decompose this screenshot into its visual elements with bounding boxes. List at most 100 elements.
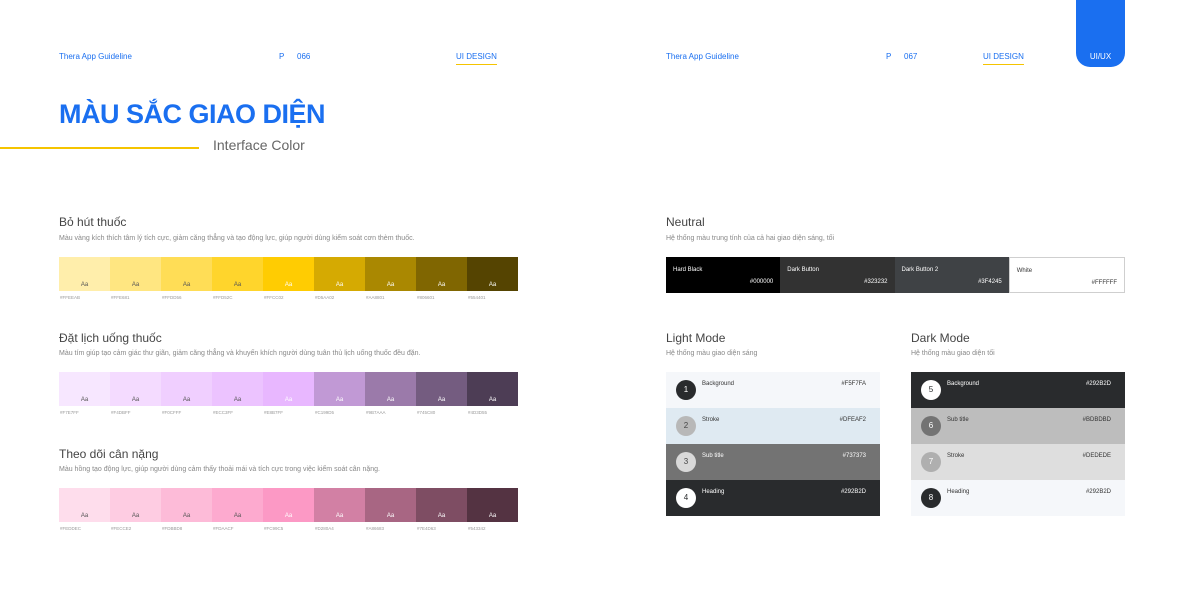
color-swatch: Aa <box>263 488 314 522</box>
group-desc-weight: Màu hồng tạo động lực, giúp người dùng c… <box>59 466 380 473</box>
swatch-sample-text: Aa <box>182 397 191 403</box>
swatch-hex-code: #FFCC02 <box>264 295 284 300</box>
swatch-sample-text: Aa <box>284 397 293 403</box>
mode-hex: #292B2D <box>840 489 866 495</box>
color-swatch: Aa <box>416 488 467 522</box>
header-p-left: P <box>279 52 285 61</box>
palette-codes-smoking: #FFEEAB #FFE681 #FFDD56 #FFD52C #FFCC02 #D5AA… <box>59 295 518 300</box>
swatch-hex-code: #FECCE2 <box>111 526 132 531</box>
color-swatch: Aa <box>110 372 161 406</box>
mode-hex: #F5F7FA <box>841 381 866 387</box>
mode-hex: #292B2D <box>1085 489 1111 495</box>
title-underline <box>0 147 199 149</box>
color-swatch: Aa <box>314 372 365 406</box>
swatch-hex-code: #FDAACF <box>213 526 234 531</box>
mode-color-name: Stroke <box>702 417 720 423</box>
swatch-sample-text: Aa <box>335 513 344 519</box>
swatch-hex-code: #543342 <box>468 526 486 531</box>
light-mode-list: 1 Background #F5F7FA 2 Stroke #DFEAF2 3 Sub tit… <box>666 372 880 516</box>
light-mode-title: Light Mode <box>666 331 726 345</box>
swatch-hex-code: #A86683 <box>366 526 385 531</box>
mode-row: 3 Sub title #737373 <box>666 444 880 480</box>
swatch-hex-code: #FFD52C <box>213 295 233 300</box>
swatch-sample-text: Aa <box>488 513 497 519</box>
uiux-corner-tab[interactable]: UI/UX <box>1076 0 1125 67</box>
mode-row: 5 Background #292B2D <box>911 372 1125 408</box>
group-title-medication: Đặt lịch uống thuốc <box>59 331 162 345</box>
neutral-name: White <box>1016 268 1033 274</box>
swatch-hex-code: #F4DBFF <box>111 410 131 415</box>
color-swatch: Aa <box>110 257 161 291</box>
swatch-sample-text: Aa <box>131 397 140 403</box>
swatch-hex-code: #9B7AAA <box>366 410 386 415</box>
mode-hex: #BDBDBD <box>1082 417 1111 423</box>
swatch-hex-code: #F0CFFF <box>162 410 182 415</box>
swatch-hex-code: #FFDD56 <box>162 295 182 300</box>
neutral-desc: Hệ thống màu trung tính của cả hai giao … <box>666 235 835 242</box>
neutral-palette: Hard Black #000000 Dark Button #323232 Dark … <box>666 257 1125 293</box>
swatch-sample-text: Aa <box>233 282 242 288</box>
color-swatch: Aa <box>161 372 212 406</box>
mode-row: 7 Stroke #DEDEDE <box>911 444 1125 480</box>
swatch-sample-text: Aa <box>386 282 395 288</box>
color-swatch: Aa <box>263 257 314 291</box>
mode-number-badge: 1 <box>676 380 696 400</box>
mode-number-badge: 5 <box>921 380 941 400</box>
neutral-hex: #3F4245 <box>978 279 1002 285</box>
palette-codes-medication: #F7E7FF #F4DBFF #F0CFFF #ECC3FF #E8B7FF #C199… <box>59 410 518 415</box>
color-swatch: Aa <box>467 257 518 291</box>
swatch-sample-text: Aa <box>335 397 344 403</box>
mode-number-badge: 8 <box>921 488 941 508</box>
swatch-sample-text: Aa <box>488 397 497 403</box>
swatch-sample-text: Aa <box>335 282 344 288</box>
swatch-sample-text: Aa <box>437 513 446 519</box>
mode-row: 2 Stroke #DFEAF2 <box>666 408 880 444</box>
color-swatch: Aa <box>59 257 110 291</box>
color-swatch: Aa <box>314 488 365 522</box>
swatch-hex-code: #F7E7FF <box>60 410 79 415</box>
swatch-hex-code: #7E4D63 <box>417 526 436 531</box>
swatch-sample-text: Aa <box>437 397 446 403</box>
palette-smoking: Aa Aa Aa Aa Aa Aa Aa Aa Aa <box>59 257 518 291</box>
dark-mode-title: Dark Mode <box>911 331 970 345</box>
neutral-name: Dark Button <box>787 267 819 273</box>
mode-color-name: Stroke <box>947 453 965 459</box>
swatch-sample-text: Aa <box>182 282 191 288</box>
color-swatch: Aa <box>212 488 263 522</box>
header-p-right: P <box>886 52 892 61</box>
swatch-hex-code: #AA8801 <box>366 295 385 300</box>
neutral-hex: #323232 <box>864 279 888 285</box>
mode-row: 8 Heading #292B2D <box>911 480 1125 516</box>
color-swatch: Aa <box>365 488 416 522</box>
dark-mode-list: 5 Background #292B2D 6 Sub title #BDBDBD 7 Stro… <box>911 372 1125 516</box>
color-swatch: Aa <box>314 257 365 291</box>
swatch-hex-code: #FFE681 <box>111 295 130 300</box>
swatch-hex-code: #554401 <box>468 295 486 300</box>
swatch-sample-text: Aa <box>233 513 242 519</box>
palette-medication: Aa Aa Aa Aa Aa Aa Aa Aa Aa <box>59 372 518 406</box>
header-section-right[interactable]: UI DESIGN <box>983 52 1024 65</box>
group-desc-medication: Màu tím giúp tạo cảm giác thư giãn, giảm… <box>59 350 421 357</box>
swatch-sample-text: Aa <box>386 513 395 519</box>
mode-hex: #DFEAF2 <box>839 417 866 423</box>
swatch-sample-text: Aa <box>131 513 140 519</box>
mode-color-name: Background <box>702 381 735 387</box>
swatch-sample-text: Aa <box>284 513 293 519</box>
swatch-sample-text: Aa <box>80 513 89 519</box>
swatch-sample-text: Aa <box>80 397 89 403</box>
neutral-title: Neutral <box>666 215 705 229</box>
swatch-sample-text: Aa <box>488 282 497 288</box>
mode-number-badge: 7 <box>921 452 941 472</box>
mode-color-name: Sub title <box>947 417 969 423</box>
header-section-left[interactable]: UI DESIGN <box>456 52 497 65</box>
swatch-sample-text: Aa <box>233 397 242 403</box>
page-title: MÀU SẮC GIAO DIỆN <box>59 99 326 129</box>
color-swatch: Aa <box>365 257 416 291</box>
page-subtitle: Interface Color <box>213 137 305 153</box>
color-swatch: Aa <box>110 488 161 522</box>
swatch-hex-code: #FFEEAB <box>60 295 81 300</box>
neutral-name: Dark Button 2 <box>901 267 939 273</box>
color-swatch: Aa <box>467 372 518 406</box>
swatch-sample-text: Aa <box>284 282 293 288</box>
color-swatch: Aa <box>263 372 314 406</box>
